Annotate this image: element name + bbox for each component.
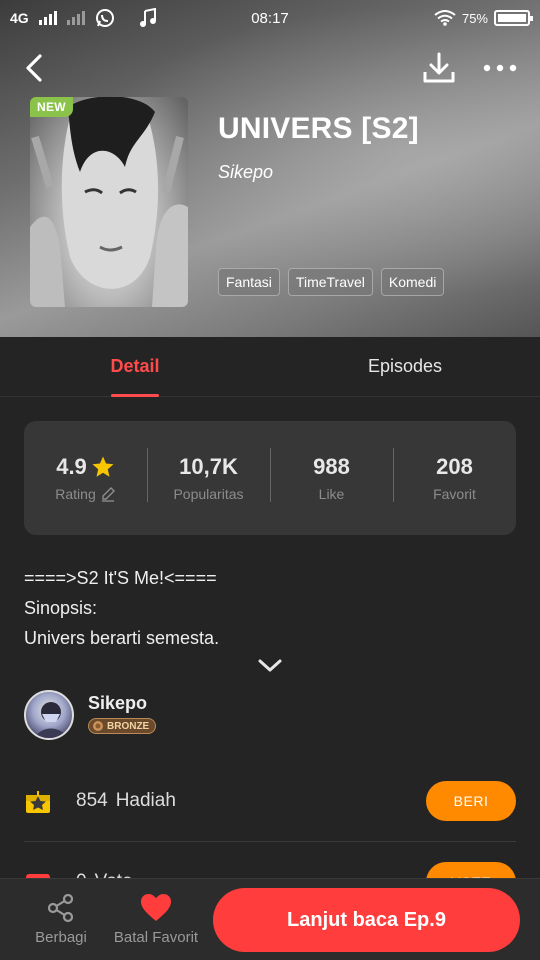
rating-value: 4.9: [56, 454, 87, 479]
popularity-value: 10,7K: [179, 454, 238, 479]
tab-episodes[interactable]: Episodes: [270, 337, 540, 396]
back-button[interactable]: [18, 52, 50, 84]
expand-synopsis-button[interactable]: [255, 654, 285, 676]
like-label: Like: [318, 486, 345, 502]
download-icon: [423, 52, 455, 83]
edit-icon[interactable]: [100, 486, 116, 502]
book-cover-image: [30, 97, 188, 307]
rank-label: BRONZE: [107, 720, 150, 732]
gift-icon: [26, 791, 50, 813]
share-label: Berbagi: [35, 929, 87, 946]
back-arrow-icon: [26, 54, 42, 82]
star-icon: [92, 456, 114, 477]
author-name: Sikepo: [88, 693, 148, 713]
tab-detail[interactable]: Detail: [0, 337, 270, 396]
more-button[interactable]: [478, 52, 522, 84]
more-icon: [483, 64, 517, 72]
like-value: 988: [313, 454, 350, 479]
share-button[interactable]: Berbagi: [30, 893, 92, 946]
favorit-value: 208: [436, 454, 473, 479]
author-card[interactable]: Sikepo BRONZE: [24, 690, 157, 740]
book-title: UNIVERS [S2]: [218, 112, 419, 145]
stat-popularitas: 10,7K Popularitas: [147, 448, 270, 502]
bottom-action-bar: Berbagi Batal Favorit Lanjut baca Ep.9: [0, 878, 540, 960]
clock: 08:17: [251, 10, 289, 27]
unfavorite-label: Batal Favorit: [113, 929, 199, 946]
synopsis-line: ====>S2 It'S Me!<====: [24, 568, 217, 588]
rank-badge: BRONZE: [88, 718, 157, 734]
tag-komedi[interactable]: Komedi: [380, 268, 445, 296]
gift-row: 854 Hadiah BERI: [0, 780, 540, 822]
continue-reading-button[interactable]: Lanjut baca Ep.9: [213, 888, 520, 952]
give-gift-button[interactable]: BERI: [426, 781, 516, 821]
heart-icon: [141, 894, 171, 921]
tag-timetravel[interactable]: TimeTravel: [287, 268, 373, 296]
download-button[interactable]: [420, 50, 458, 86]
stat-rating[interactable]: 4.9 Rating: [24, 454, 147, 502]
book-author[interactable]: Sikepo: [218, 162, 273, 183]
avatar[interactable]: [24, 690, 74, 740]
gift-label: Hadiah: [115, 790, 176, 811]
stats-card: 4.9 Rating 10,7K Popularitas 988 Like 20…: [24, 421, 516, 535]
divider: [24, 841, 516, 842]
gift-count: 854: [76, 790, 108, 811]
tab-bar: Detail Episodes: [0, 337, 540, 397]
stat-like: 988 Like: [270, 448, 393, 502]
synopsis-text: ====>S2 It'S Me!<==== Sinopsis: Univers …: [24, 563, 516, 653]
tag-fantasi[interactable]: Fantasi: [218, 268, 280, 296]
unfavorite-button[interactable]: Batal Favorit: [110, 893, 202, 946]
new-badge: NEW: [30, 97, 73, 117]
favorit-label: Favorit: [433, 486, 476, 502]
share-icon: [47, 893, 74, 923]
genre-tags: Fantasi TimeTravel Komedi: [218, 268, 445, 296]
status-bar: 4G 08:17 75%: [0, 0, 540, 36]
battery-icon: [494, 10, 533, 26]
stat-favorit: 208 Favorit: [393, 448, 516, 502]
synopsis-line: Univers berarti semesta.: [24, 628, 220, 648]
medal-icon: [93, 721, 103, 731]
rating-label: Rating: [55, 486, 96, 502]
chevron-down-icon: [258, 659, 282, 672]
popularity-label: Popularitas: [173, 486, 244, 502]
synopsis-line: Sinopsis:: [24, 598, 98, 618]
